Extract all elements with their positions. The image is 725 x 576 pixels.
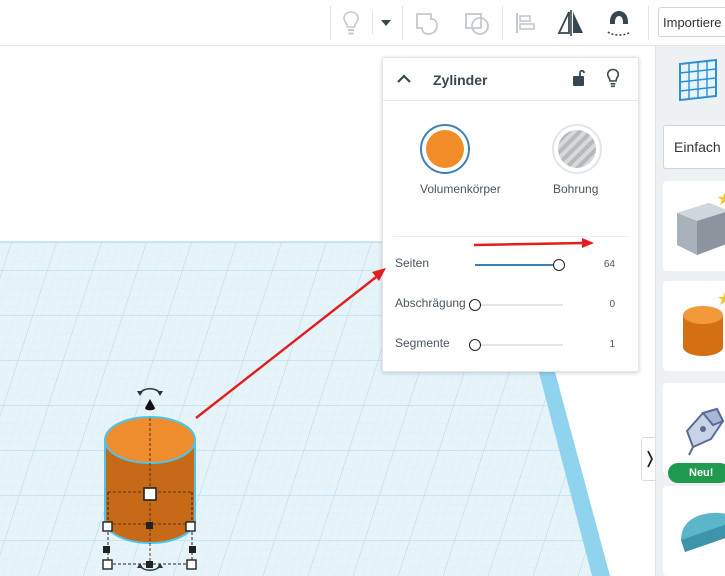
prop-label-bevel: Abschrägung <box>395 296 466 310</box>
bevel-slider[interactable] <box>469 299 563 311</box>
grid-shape-icon[interactable] <box>674 58 720 104</box>
slider-knob[interactable] <box>469 339 481 351</box>
toolbar-divider <box>402 6 403 40</box>
prop-label-sides: Seiten <box>395 256 430 270</box>
align-icon[interactable] <box>510 8 540 38</box>
chevron-up-icon[interactable] <box>396 74 412 84</box>
hole-pattern-icon <box>558 130 596 168</box>
shape-name: Zylinder <box>433 72 488 88</box>
lightbulb-icon[interactable] <box>336 8 366 38</box>
bevel-value[interactable]: 0 <box>583 299 615 310</box>
unlock-icon[interactable] <box>571 68 587 88</box>
slider-knob[interactable] <box>553 259 565 271</box>
magnet-icon[interactable] <box>604 8 634 38</box>
shapes-sidebar: Einfach Neu! <box>655 46 725 576</box>
half-cylinder-shape-icon <box>681 512 725 552</box>
rotate-handle-icon[interactable] <box>135 384 165 418</box>
slider-fill <box>475 264 559 266</box>
toolbar-divider <box>648 6 649 40</box>
cylinder-shape-icon <box>683 292 725 356</box>
top-toolbar: Importiere <box>0 0 725 46</box>
scribble-shape-icon <box>685 407 725 456</box>
shape-tile-box[interactable] <box>663 181 725 271</box>
import-button[interactable]: Importiere <box>658 7 725 37</box>
toolbar-divider <box>330 6 331 40</box>
resize-handle[interactable] <box>143 487 157 501</box>
sides-slider[interactable] <box>475 259 565 271</box>
dropdown-icon[interactable] <box>372 8 400 38</box>
segments-value[interactable]: 1 <box>583 339 615 350</box>
prop-label-segments: Segmente <box>395 336 450 350</box>
inspector-header: Zylinder <box>383 58 638 101</box>
shape-tile-half-cylinder[interactable] <box>663 486 725 576</box>
shape-tile-scribble[interactable] <box>663 383 725 475</box>
sides-value[interactable]: 64 <box>583 259 615 270</box>
lightbulb-icon[interactable] <box>605 68 621 88</box>
shape-category-select[interactable]: Einfach <box>663 125 725 169</box>
solid-label: Volumenkörper <box>420 182 501 196</box>
group-icon[interactable] <box>412 8 442 38</box>
hole-type-button[interactable] <box>552 124 602 174</box>
mirror-icon[interactable] <box>556 8 586 38</box>
rotate-handle-icon[interactable] <box>135 559 165 576</box>
divider <box>393 236 628 237</box>
tinkercad-editor: Importiere Zylinder Volumenkörper Bohrun… <box>0 0 725 576</box>
box-shape-icon <box>677 192 725 255</box>
new-badge: Neu! <box>668 463 725 483</box>
slider-knob[interactable] <box>469 299 481 311</box>
shape-tile-cylinder[interactable] <box>663 281 725 371</box>
hole-label: Bohrung <box>553 182 599 196</box>
shape-inspector-panel: Zylinder Volumenkörper Bohrung Seiten 64… <box>382 57 639 372</box>
solid-color-swatch <box>426 130 464 168</box>
segments-slider[interactable] <box>469 339 563 351</box>
ungroup-icon[interactable] <box>462 8 492 38</box>
toolbar-divider <box>502 6 503 40</box>
chevron-right-icon <box>647 450 654 468</box>
solid-type-button[interactable] <box>420 124 470 174</box>
